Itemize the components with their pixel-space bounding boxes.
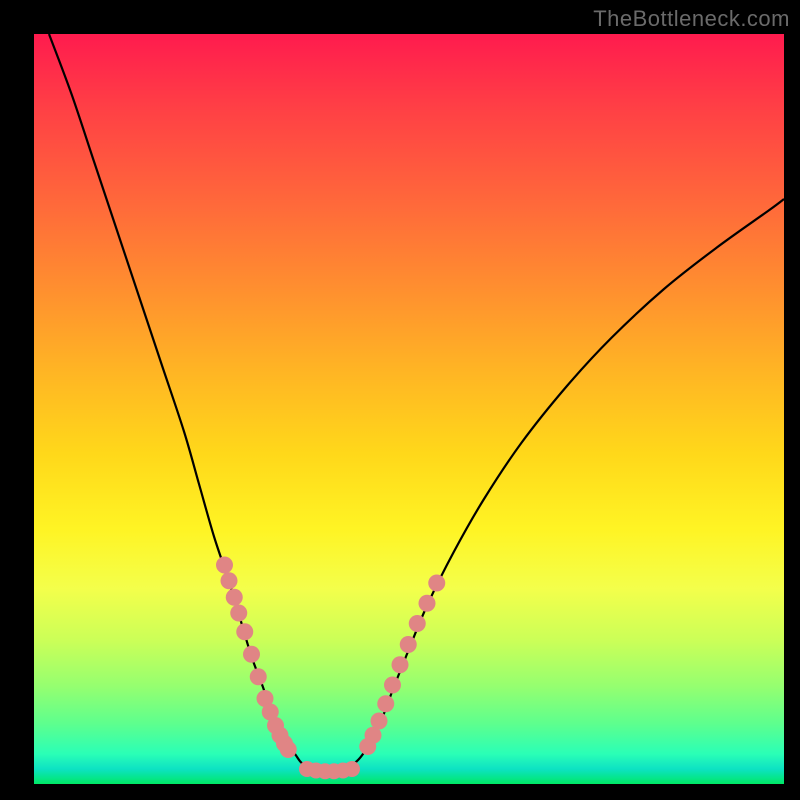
- sample-dot: [400, 636, 417, 653]
- sample-dot: [236, 623, 253, 640]
- bottleneck-curve-right: [342, 199, 785, 769]
- sample-dot: [392, 656, 409, 673]
- sample-dot: [428, 575, 445, 592]
- sample-dot: [419, 595, 436, 612]
- curve-layer: [34, 34, 784, 784]
- sample-dots-left: [216, 557, 297, 759]
- sample-dots-right: [359, 575, 445, 756]
- sample-dot: [377, 695, 394, 712]
- plot-area: [34, 34, 784, 784]
- sample-dot: [280, 741, 297, 758]
- sample-dots-floor: [299, 761, 360, 779]
- sample-dot: [243, 646, 260, 663]
- sample-dot: [384, 677, 401, 694]
- sample-dot: [221, 572, 238, 589]
- sample-dot: [250, 668, 267, 685]
- sample-dot: [371, 713, 388, 730]
- sample-dot: [344, 761, 360, 777]
- watermark-text: TheBottleneck.com: [593, 6, 790, 32]
- chart-frame: TheBottleneck.com: [0, 0, 800, 800]
- sample-dot: [216, 557, 233, 574]
- sample-dot: [230, 605, 247, 622]
- sample-dot: [409, 615, 426, 632]
- bottleneck-curve-left: [49, 34, 312, 769]
- sample-dot: [226, 589, 243, 606]
